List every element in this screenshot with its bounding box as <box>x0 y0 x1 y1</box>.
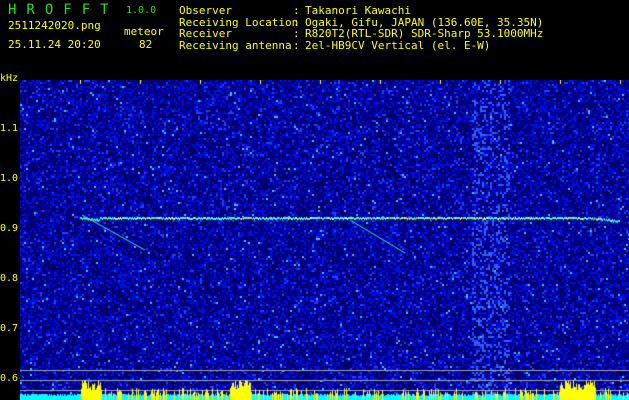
y-tick-label: 0.6- <box>0 373 25 384</box>
y-tick-label: 0.9- <box>0 223 25 234</box>
meteor-count: 82 <box>139 38 153 51</box>
datetime: 25.11.24 20:20 <box>8 38 101 51</box>
app-version: 1.0.0 <box>126 5 157 16</box>
y-tick-label: 1.0- <box>0 173 25 184</box>
y-tick-label: 1.1- <box>0 123 25 134</box>
spectrogram <box>20 80 629 400</box>
info-value: 2el-HB9CV Vertical (el. E-W) <box>305 39 491 52</box>
y-unit: kHz <box>0 73 19 84</box>
meteor-label: meteor <box>124 25 164 38</box>
app-logo: HROFFT <box>8 2 119 18</box>
y-tick-label: 0.8- <box>0 273 25 284</box>
y-tick-label: 0.7- <box>0 323 25 334</box>
info-label: Receiving antenna <box>179 39 292 52</box>
filename: 2511242020.png <box>8 19 101 32</box>
